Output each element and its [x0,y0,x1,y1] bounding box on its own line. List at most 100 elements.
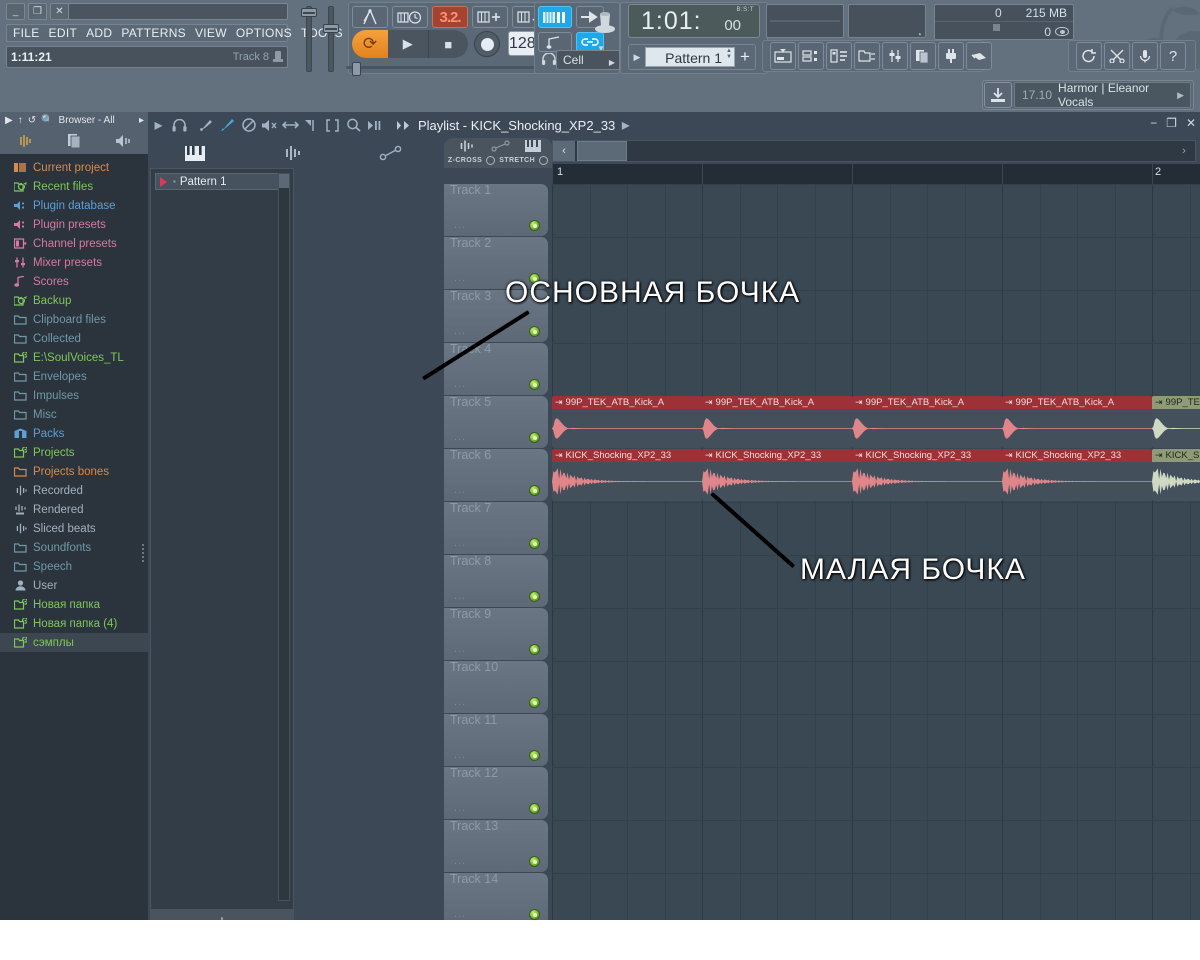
automation-view-icon[interactable] [379,145,403,161]
help-icon[interactable]: ? [1160,42,1186,70]
clip-header[interactable]: ⇥99P_TEK_ATB_Kick_A [852,396,1002,409]
automation-small-icon[interactable] [491,140,511,152]
track-header[interactable]: Track 5... [444,395,548,448]
track-enable-led[interactable] [529,326,540,337]
track-header[interactable]: Track 9... [444,607,548,660]
clip-header[interactable]: ⇥KICK_Shocking_XP2_33 [552,449,702,462]
menu-item-add[interactable]: ADD [86,26,112,40]
audio-clip-view-icon[interactable] [280,145,304,161]
audio-clip[interactable]: ⇥KICK_Shocking_XP2_33 [1002,449,1152,501]
microphone-icon[interactable] [1132,42,1158,70]
audio-clip[interactable]: ⇥99P_TEK_ATB_Kick_A [702,396,852,448]
refresh-icon[interactable] [1076,42,1102,70]
clip-header[interactable]: ⇥KICK_Shocking_XP2_33 [852,449,1002,462]
track-header[interactable]: Track 10... [444,660,548,713]
browser-search-icon[interactable]: 🔍 [41,115,53,126]
mixer-track-selector[interactable]: Cell ▶ [556,50,620,70]
waveform-small-icon[interactable] [455,140,477,152]
browser-item-0[interactable]: Current project [0,158,148,177]
browser-item-15[interactable]: Projects [0,443,148,462]
track-header[interactable]: Track 7... [444,501,548,554]
browser-item-21[interactable]: Speech [0,557,148,576]
track-enable-led[interactable] [529,856,540,867]
mixer-knob-icon[interactable] [588,2,622,46]
clip-header[interactable]: ⇥KICK_Shocking_XP2_33 [702,449,852,462]
browser-item-1[interactable]: Recent files [0,177,148,196]
playlist-title-arrow-icon[interactable]: ▸ [615,113,636,137]
audio-clip[interactable]: ⇥KICK_Shocking_XP2_33 [702,449,852,501]
browser-item-7[interactable]: Backup [0,291,148,310]
keyboard-add-icon[interactable] [472,6,508,28]
chevron-right-icon[interactable]: ▶ [1177,90,1184,101]
zoom-tool-icon[interactable] [343,113,364,137]
pattern-scrollbar[interactable] [278,173,290,901]
track-header[interactable]: Track 1... [444,184,548,236]
clip-header[interactable]: ⇥KICK_Shocking_XP2_33 [1152,449,1200,462]
channel-rack-icon[interactable] [770,42,796,70]
playlist-minimize-icon[interactable]: − [1150,116,1157,130]
browser-icon[interactable] [854,42,880,70]
browser-item-23[interactable]: Новая папка [0,595,148,614]
track-header[interactable]: Track 13... [444,819,548,872]
playlist-close-icon[interactable]: ✕ [1186,116,1196,130]
browser-plugins-icon[interactable] [114,134,132,148]
plugin-picker-icon[interactable] [938,42,964,70]
download-item[interactable]: 17.10 Harmor | Eleanor Vocals ▶ [1014,81,1191,109]
browser-files-icon[interactable] [66,133,82,149]
track-enable-led[interactable] [529,485,540,496]
track-header[interactable]: Track 14... [444,872,548,920]
copy-icon[interactable] [910,42,936,70]
step-sequencer-toggle[interactable] [538,6,572,28]
track-enable-led[interactable] [529,697,540,708]
time-display[interactable]: 1:01: 00 B:S:T [628,4,760,38]
audio-clip[interactable]: ⇥KICK_Shocking_XP2_33 [552,449,702,501]
overview-thumb[interactable] [577,141,627,161]
playlist-icon[interactable] [826,42,852,70]
browser-menu-icon[interactable]: ▶ [5,115,13,126]
browser-back-icon[interactable]: ↺ [28,115,36,126]
menu-item-edit[interactable]: EDIT [49,26,78,40]
track-enable-led[interactable] [529,750,540,761]
browser-item-2[interactable]: Plugin database [0,196,148,215]
audio-clip[interactable]: ⇥99P_TEK_ATB_Kick_A [852,396,1002,448]
playlist-menu-icon[interactable]: ▸ [148,113,169,137]
piano-roll-toggle[interactable] [538,32,572,52]
browser-item-5[interactable]: Mixer presets [0,253,148,272]
mute-speaker-icon[interactable] [259,113,280,137]
wait-for-input-icon[interactable] [392,6,428,28]
play-button[interactable]: ▶ [388,30,429,58]
menu-item-patterns[interactable]: PATTERNS [121,26,186,40]
minimize-button[interactable]: _ [6,3,25,20]
snap-value-display[interactable]: 3.2. [432,6,468,28]
stretch-knob[interactable] [539,156,549,165]
track-enable-led[interactable] [529,432,540,443]
master-pitch-knob[interactable] [323,24,339,33]
track-enable-led[interactable] [529,644,540,655]
track-header[interactable]: Track 11... [444,713,548,766]
menu-item-file[interactable]: FILE [13,26,40,40]
track-header[interactable]: Track 12... [444,766,548,819]
browser-item-4[interactable]: Channel presets [0,234,148,253]
add-pattern-button[interactable]: + [735,45,755,69]
audio-clip[interactable]: ⇥KICK_Shocking_XP2_33 [852,449,1002,501]
browser-item-8[interactable]: Clipboard files [0,310,148,329]
browser-item-25[interactable]: сэмплы [0,633,148,652]
browser-expand-icon[interactable]: ▸ [139,115,144,126]
scroll-right-button[interactable]: › [1174,141,1194,161]
track-enable-led[interactable] [529,538,540,549]
browser-item-11[interactable]: Envelopes [0,367,148,386]
add-pattern-row-button[interactable]: + [150,910,294,920]
pattern-list-item[interactable]: ▪ Pattern 1 [155,173,289,190]
master-volume-knob[interactable] [301,8,317,17]
download-icon[interactable] [984,82,1012,108]
track-enable-led[interactable] [529,591,540,602]
mute-tool-icon[interactable] [238,113,259,137]
audio-clip[interactable]: ⇥99P_TEK_ATB_Kick_A [1002,396,1152,448]
audio-clip[interactable]: ⇥99P_TEK_ATB_Kick_A [1152,396,1200,448]
clip-header[interactable]: ⇥99P_TEK_ATB_Kick_A [1002,396,1152,409]
clip-header[interactable]: ⇥KICK_Shocking_XP2_33 [1002,449,1152,462]
playlist-overview-scrollbar[interactable]: ‹ › [552,140,1196,162]
clip-header[interactable]: ⇥99P_TEK_ATB_Kick_A [552,396,702,409]
fader-panel-icon[interactable] [882,42,908,70]
browser-item-20[interactable]: Soundfonts [0,538,148,557]
